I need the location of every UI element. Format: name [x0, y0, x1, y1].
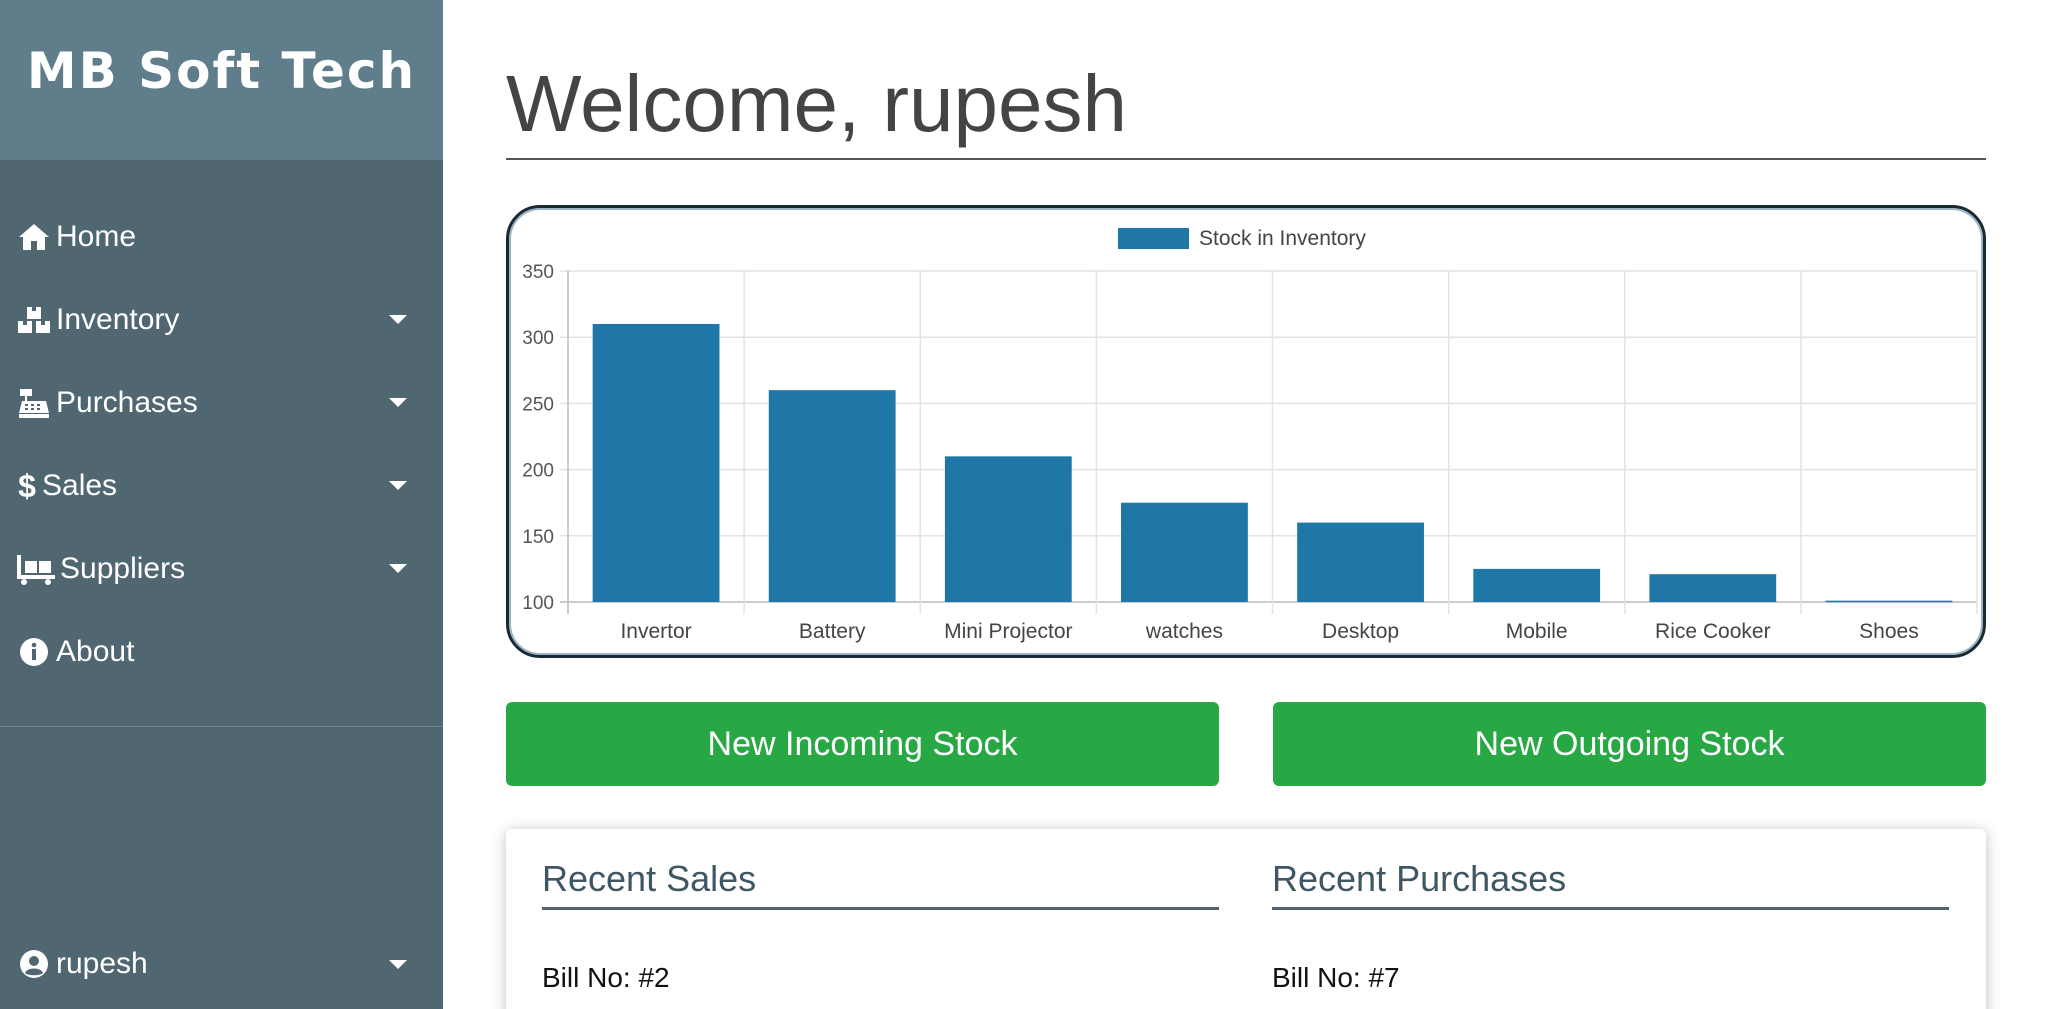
sidebar-item-label: Sales: [42, 468, 118, 502]
chevron-down-icon: [389, 315, 407, 324]
brand-logo-text[interactable]: MB Soft Tech: [27, 42, 416, 100]
bar-battery: [768, 390, 896, 602]
action-buttons: New Incoming Stock New Outgoing Stock: [506, 702, 1986, 786]
sidebar-item-home[interactable]: Home: [0, 195, 443, 278]
page-title: Welcome, rupesh: [506, 59, 1128, 148]
y-tick-label: 200: [522, 461, 554, 482]
stock-bar-chart: 100 150 200 250 300 350 Invertor Battery Mini Pr…: [522, 227, 1978, 643]
new-incoming-stock-button[interactable]: New Incoming Stock: [506, 702, 1219, 786]
main-content: Welcome, rupesh 100 150 200 250 300 350 Invert…: [506, 0, 1986, 1009]
legend-label: Stock in Inventory: [1199, 227, 1366, 250]
x-tick-label: Mini Projector: [944, 620, 1072, 643]
sidebar-item-label: Suppliers: [60, 551, 186, 585]
sidebar-item-label: Purchases: [56, 385, 198, 419]
sidebar: MB Soft Tech Home Inventory Purchases $: [0, 0, 443, 1009]
sidebar-item-sales[interactable]: $ Sales: [0, 444, 443, 527]
svg-text:$: $: [18, 469, 36, 503]
sidebar-item-label: Home: [56, 219, 137, 253]
y-tick-label: 300: [522, 328, 554, 349]
x-tick-label: Rice Cooker: [1655, 620, 1771, 643]
user-name: rupesh: [56, 947, 148, 980]
bar-watches: [1121, 502, 1248, 602]
sidebar-item-label: Inventory: [56, 302, 180, 336]
dolly-flatbed-icon: [16, 551, 56, 587]
recent-purchases-section: Recent Purchases Bill No: #7: [1272, 829, 1949, 994]
x-tick-label: Shoes: [1859, 620, 1919, 643]
x-tick-label: Invertor: [620, 620, 691, 643]
recent-sales-divider: [542, 907, 1219, 910]
sidebar-item-purchases[interactable]: Purchases: [0, 361, 443, 444]
x-tick-label: Desktop: [1322, 620, 1399, 643]
y-tick-label: 350: [522, 262, 554, 283]
bar-shoes: [1825, 600, 1953, 603]
cash-register-icon: [16, 385, 52, 421]
sidebar-item-suppliers[interactable]: Suppliers: [0, 527, 443, 610]
x-tick-label: Mobile: [1506, 620, 1568, 643]
title-divider: [506, 158, 1986, 160]
sidebar-item-inventory[interactable]: Inventory: [0, 278, 443, 361]
y-tick-label: 150: [522, 527, 554, 548]
sidebar-item-about[interactable]: About: [0, 610, 443, 693]
recent-purchases-title: Recent Purchases: [1272, 858, 1567, 899]
user-circle-icon: [16, 946, 52, 982]
y-tick-label: 100: [522, 593, 554, 614]
bar-invertor: [592, 323, 720, 602]
bar-mobile: [1473, 568, 1601, 602]
chevron-down-icon: [389, 959, 407, 969]
x-tick-label: watches: [1145, 620, 1223, 643]
sales-bill-number[interactable]: Bill No: #2: [542, 962, 1219, 994]
chevron-down-icon: [389, 564, 407, 573]
bar-mini-projector: [944, 456, 1072, 602]
y-tick-label: 250: [522, 394, 554, 415]
recent-sales-title: Recent Sales: [542, 858, 757, 899]
home-icon: [16, 219, 52, 255]
bar-rice-cooker: [1649, 574, 1777, 602]
legend-swatch: [1118, 228, 1189, 249]
recent-sales-section: Recent Sales Bill No: #2: [542, 829, 1219, 994]
recent-purchases-divider: [1272, 907, 1949, 910]
sidebar-divider: [0, 726, 443, 727]
chevron-down-icon: [389, 398, 407, 407]
new-outgoing-stock-button[interactable]: New Outgoing Stock: [1273, 702, 1986, 786]
recent-activity-card: Recent Sales Bill No: #2 Recent Purchase…: [506, 829, 1986, 1009]
purchases-bill-number[interactable]: Bill No: #7: [1272, 962, 1949, 994]
user-menu[interactable]: rupesh: [0, 926, 443, 1002]
sidebar-item-label: About: [56, 634, 135, 668]
sidebar-nav: Home Inventory Purchases $ Sales Supplie…: [0, 195, 443, 693]
info-circle-icon: [16, 634, 52, 670]
dollar-icon: $: [16, 468, 38, 504]
x-tick-label: Battery: [799, 620, 866, 643]
brand-header: MB Soft Tech: [0, 0, 443, 160]
chevron-down-icon: [389, 481, 407, 490]
boxes-icon: [16, 302, 52, 338]
stock-chart-card: 100 150 200 250 300 350 Invertor Battery Mini Pr…: [506, 205, 1986, 658]
bar-desktop: [1297, 522, 1424, 602]
